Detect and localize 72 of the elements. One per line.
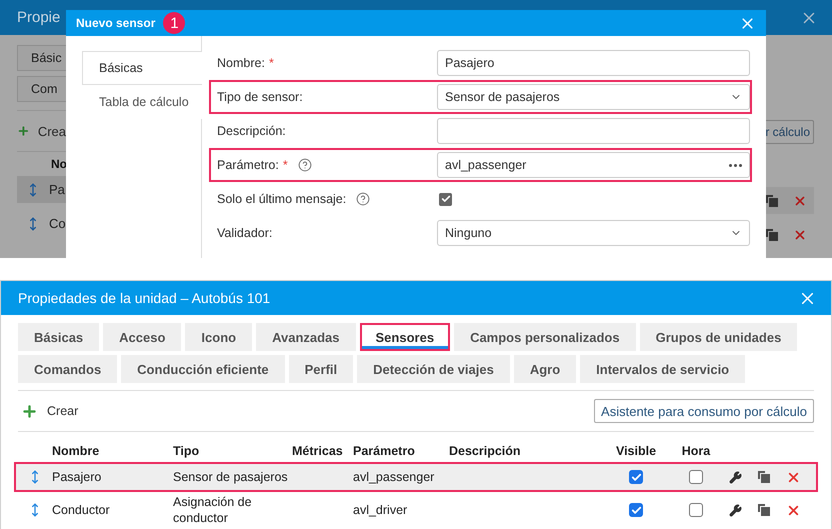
tab[interactable]: Icono bbox=[185, 323, 252, 351]
column-header: Parámetro bbox=[353, 444, 416, 458]
plus-icon bbox=[21, 402, 38, 420]
table-cell-text: Sensor de pasajeros bbox=[173, 469, 289, 485]
delete-icon[interactable] bbox=[793, 228, 807, 242]
copy-icon[interactable] bbox=[766, 228, 778, 240]
tab[interactable]: Conducción eficiente bbox=[121, 355, 285, 383]
field-label: Validador: bbox=[217, 226, 272, 240]
tab[interactable]: Grupos de unidades bbox=[640, 323, 798, 351]
window-title: Propie bbox=[17, 9, 60, 26]
column-header: Métricas bbox=[292, 444, 344, 458]
checkbox[interactable] bbox=[629, 470, 643, 484]
parameter-field[interactable]: avl_passenger bbox=[437, 152, 750, 178]
table-cell-text: Conductor bbox=[52, 502, 111, 518]
tab[interactable]: Avanzadas bbox=[256, 323, 356, 351]
wizard-button[interactable]: Asistente para consumo por cálculo bbox=[594, 399, 814, 423]
tab[interactable]: Sensores bbox=[360, 323, 450, 351]
table-row[interactable]: Pa bbox=[17, 176, 66, 203]
field-label: Parámetro: bbox=[217, 158, 279, 172]
checkbox[interactable] bbox=[689, 470, 703, 484]
select-field[interactable]: Ninguno bbox=[437, 220, 750, 246]
delete-icon[interactable] bbox=[793, 194, 807, 208]
window-title: Propiedades de la unidad – Autobús 101 bbox=[18, 290, 270, 306]
tab[interactable]: Acceso bbox=[103, 323, 182, 351]
create-button[interactable]: Crea bbox=[17, 121, 66, 141]
column-header: No bbox=[50, 156, 66, 173]
create-button[interactable]: Crear bbox=[18, 402, 78, 420]
tab[interactable]: Básic bbox=[17, 45, 66, 71]
copy-icon[interactable] bbox=[758, 471, 770, 483]
table-cell: Pa bbox=[49, 182, 65, 197]
ellipsis-icon[interactable] bbox=[729, 164, 742, 166]
tab[interactable]: Campos personalizados bbox=[454, 323, 636, 351]
step-badge: 1 bbox=[163, 12, 186, 34]
help-icon[interactable] bbox=[356, 192, 370, 206]
text-field[interactable] bbox=[437, 118, 750, 144]
field-label: Descripción: bbox=[217, 124, 286, 138]
tab[interactable]: Básicas bbox=[18, 323, 100, 351]
column-header: Hora bbox=[682, 444, 710, 458]
text-field[interactable]: Pasajero bbox=[437, 50, 750, 76]
checkbox[interactable] bbox=[629, 503, 643, 517]
table-cell: Co bbox=[49, 216, 66, 231]
field-label: Nombre: bbox=[217, 56, 265, 70]
dialog-title: Nuevo sensor bbox=[76, 16, 156, 30]
tab[interactable]: Agro bbox=[514, 355, 576, 383]
checkbox[interactable] bbox=[689, 503, 703, 517]
copy-icon[interactable] bbox=[766, 194, 778, 206]
column-header: Descripción bbox=[449, 444, 522, 458]
help-icon[interactable] bbox=[298, 158, 312, 172]
column-header: Nombre bbox=[52, 444, 100, 458]
wrench-icon[interactable] bbox=[729, 504, 742, 516]
wrench-icon[interactable] bbox=[729, 470, 742, 484]
tab[interactable]: Perfil bbox=[288, 355, 354, 383]
table-cell-text: avl_driver bbox=[353, 502, 408, 518]
tab[interactable]: Básicas bbox=[82, 51, 202, 85]
field-label: Tipo de sensor: bbox=[217, 90, 303, 104]
column-header: Visible bbox=[616, 444, 656, 458]
copy-icon[interactable] bbox=[758, 504, 770, 516]
table-cell-text: Asignación de conductor bbox=[173, 494, 253, 526]
select-field[interactable]: Sensor de pasajeros bbox=[437, 84, 750, 110]
field-label: Solo el último mensaje: bbox=[217, 192, 346, 206]
tab[interactable]: Comandos bbox=[18, 355, 118, 383]
table-cell-text: avl_passenger bbox=[353, 469, 436, 485]
column-header: Tipo bbox=[173, 444, 200, 458]
required-mark: * bbox=[268, 56, 274, 70]
checkbox[interactable] bbox=[439, 192, 452, 206]
tab[interactable]: Detección de viajes bbox=[357, 355, 510, 383]
table-row[interactable]: Co bbox=[17, 210, 66, 237]
required-mark: * bbox=[282, 158, 288, 172]
table-row[interactable]: Pasajero Sensor de pasajeros avl_passenger bbox=[14, 462, 818, 492]
table-cell-text: Pasajero bbox=[52, 469, 102, 485]
tab[interactable]: Com bbox=[17, 76, 66, 102]
tab[interactable]: Intervalos de servicio bbox=[580, 355, 746, 383]
